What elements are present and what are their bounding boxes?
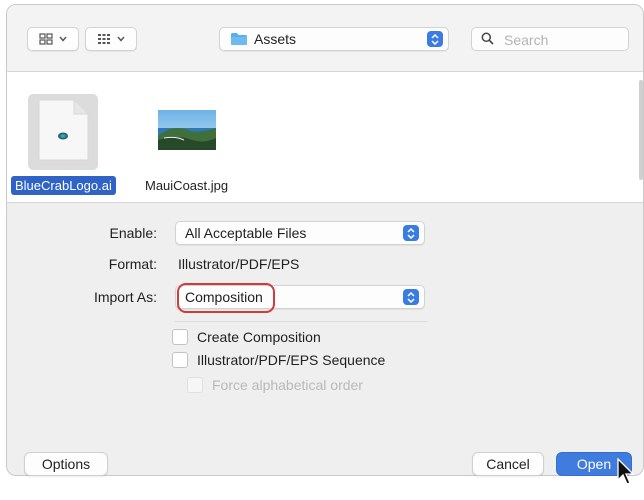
cancel-button[interactable]: Cancel <box>472 452 544 476</box>
sequence-checkbox[interactable]: Illustrator/PDF/EPS Sequence <box>172 352 385 368</box>
search-field[interactable] <box>471 27 629 51</box>
file-thumbnail <box>28 94 99 170</box>
format-value: Illustrator/PDF/EPS <box>178 256 300 272</box>
checkbox-box <box>187 377 203 393</box>
vertical-scrollbar[interactable] <box>639 80 643 180</box>
group-by-icon <box>97 33 111 45</box>
checkbox-label: Create Composition <box>197 329 321 345</box>
location-popup[interactable]: Assets <box>219 27 449 51</box>
file-name: MauiCoast.jpg <box>145 178 229 193</box>
checkbox-box[interactable] <box>172 329 188 345</box>
checkbox-label: Illustrator/PDF/EPS Sequence <box>197 352 386 368</box>
updown-stepper-icon <box>427 31 443 47</box>
illustrator-document-icon <box>36 98 90 167</box>
file-thumbnail <box>152 94 222 170</box>
folder-icon <box>230 32 248 51</box>
file-browser: BlueCrabLogo.ai MauiCoast.jpg <box>7 72 643 203</box>
import-as-label: Import As: <box>93 289 157 305</box>
updown-stepper-icon <box>403 289 419 305</box>
toolbar: Assets <box>7 5 643 72</box>
format-label: Format: <box>108 256 157 272</box>
enable-value: All Acceptable Files <box>185 225 307 241</box>
enable-label: Enable: <box>109 225 157 241</box>
force-alphabetical-checkbox: Force alphabetical order <box>187 377 363 393</box>
file-item-bluecrablogo[interactable]: BlueCrabLogo.ai <box>11 94 116 195</box>
chevron-down-icon <box>59 36 67 42</box>
create-composition-checkbox[interactable]: Create Composition <box>172 329 321 345</box>
checkbox-label: Force alphabetical order <box>212 377 363 393</box>
file-name: BlueCrabLogo.ai <box>11 176 116 195</box>
checkbox-box[interactable] <box>172 352 188 368</box>
updown-stepper-icon <box>403 225 419 241</box>
icon-grid-view-icon <box>39 33 53 45</box>
open-file-dialog: Assets Search BlueCrabLogo.ai MauiCoast.… <box>6 4 644 476</box>
mouse-cursor-icon <box>617 457 637 491</box>
search-input[interactable] <box>502 30 622 50</box>
options-button[interactable]: Options <box>24 452 108 476</box>
search-icon <box>481 32 494 50</box>
enable-popup[interactable]: All Acceptable Files <box>175 221 425 245</box>
location-label: Assets <box>254 31 297 47</box>
photo-thumbnail-icon <box>157 109 216 155</box>
divider <box>175 321 427 322</box>
chevron-down-icon <box>117 36 125 42</box>
file-item-mauicoast[interactable]: MauiCoast.jpg <box>141 94 232 195</box>
group-by-button[interactable] <box>85 27 137 51</box>
view-mode-button[interactable] <box>27 27 79 51</box>
highlight-ring <box>177 283 275 313</box>
